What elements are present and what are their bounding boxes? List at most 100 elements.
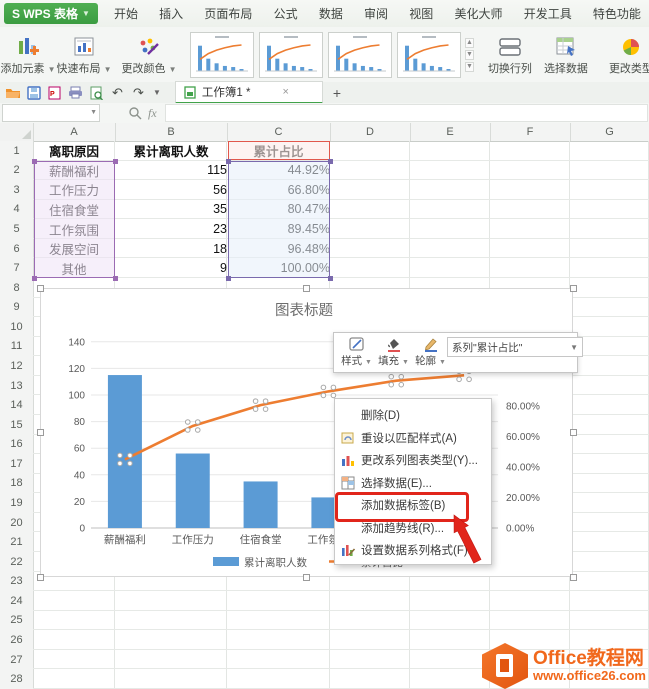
row-header-13[interactable]: 13 xyxy=(0,375,34,397)
menu-tab-3[interactable]: 页面布局 xyxy=(198,1,258,26)
menu-tab-8[interactable]: 美化大师 xyxy=(448,1,508,26)
column-header-D[interactable]: D xyxy=(330,123,411,141)
menu-tab-4[interactable]: 公式 xyxy=(268,1,304,26)
row-header-19[interactable]: 19 xyxy=(0,493,34,514)
cell-B7[interactable]: 9 xyxy=(115,258,232,278)
switch-row-col-button[interactable]: 切换行列 xyxy=(482,33,538,76)
chart-handle[interactable] xyxy=(37,285,44,292)
context-menu-item-3[interactable]: 更改系列图表类型(Y)... xyxy=(335,449,491,472)
select-all-corner[interactable] xyxy=(0,123,34,142)
wps-logo-button[interactable]: S WPS 表格 ▼ xyxy=(4,3,98,24)
row-header-28[interactable]: 28 xyxy=(0,669,34,689)
chart-style-thumb-1[interactable] xyxy=(190,31,254,78)
save-icon[interactable] xyxy=(25,85,42,101)
column-header-A[interactable]: A xyxy=(33,123,116,141)
menu-tab-9[interactable]: 开发工具 xyxy=(518,1,578,26)
chart-handle[interactable] xyxy=(570,285,577,292)
menu-tab-1[interactable]: 开始 xyxy=(108,1,144,26)
row-header-11[interactable]: 11 xyxy=(0,336,34,358)
close-tab-icon[interactable]: × xyxy=(283,86,289,98)
cell-B1[interactable]: 累计离职人数 xyxy=(115,141,227,161)
outline-button[interactable]: 轮廓 ▼ xyxy=(412,335,449,370)
column-header-G[interactable]: G xyxy=(570,123,649,141)
select-data-button[interactable]: 选择数据 xyxy=(538,33,594,76)
row-header-5[interactable]: 5 xyxy=(0,219,34,240)
change-colors-button[interactable]: 更改颜色 ▼ xyxy=(121,33,177,76)
cell-B6[interactable]: 18 xyxy=(115,239,232,259)
redo-icon[interactable]: ↷ xyxy=(130,85,147,101)
row-header-2[interactable]: 2 xyxy=(0,160,34,182)
row-header-26[interactable]: 26 xyxy=(0,630,34,651)
new-tab-button[interactable]: + xyxy=(333,85,341,101)
formula-input[interactable] xyxy=(164,104,648,122)
gallery-up-icon[interactable]: ▲ xyxy=(465,37,474,48)
gallery-down-icon[interactable]: ▼ xyxy=(465,49,474,60)
series-selector-dropdown[interactable]: 系列"累计占比" ▼ xyxy=(447,337,583,357)
row-header-25[interactable]: 25 xyxy=(0,610,34,632)
row-header-14[interactable]: 14 xyxy=(0,395,34,416)
name-box[interactable]: ▼ xyxy=(2,104,100,122)
quick-access-more-icon[interactable]: ▼ xyxy=(153,88,161,97)
row-header-27[interactable]: 27 xyxy=(0,649,34,671)
cell-A1[interactable]: 离职原因 xyxy=(33,141,115,161)
menu-tab-2[interactable]: 插入 xyxy=(153,1,189,26)
chart-handle[interactable] xyxy=(570,574,577,581)
row-header-1[interactable]: 1 xyxy=(0,141,34,162)
chart-style-thumb-2[interactable] xyxy=(259,31,323,78)
row-header-17[interactable]: 17 xyxy=(0,454,34,475)
row-header-9[interactable]: 9 xyxy=(0,297,34,319)
row-header-12[interactable]: 12 xyxy=(0,356,34,377)
gallery-scrollbar[interactable]: ▲ ▼ ▼ xyxy=(465,27,474,82)
fill-button[interactable]: 填充 ▼ xyxy=(375,335,412,370)
chart-handle[interactable] xyxy=(37,429,44,436)
column-header-F[interactable]: F xyxy=(490,123,571,141)
cell-B5[interactable]: 23 xyxy=(115,219,232,239)
row-header-4[interactable]: 4 xyxy=(0,199,34,221)
change-type-button[interactable]: 更改类型 xyxy=(603,33,649,76)
column-header-E[interactable]: E xyxy=(410,123,491,141)
cell-B3[interactable]: 56 xyxy=(115,180,232,200)
row-header-6[interactable]: 6 xyxy=(0,238,34,260)
context-menu-item-4[interactable]: 选择数据(E)... xyxy=(335,472,491,495)
quick-layout-button[interactable]: 快速布局 ▼ xyxy=(56,33,112,76)
chart-style-thumb-3[interactable] xyxy=(328,31,392,78)
row-header-7[interactable]: 7 xyxy=(0,258,34,279)
column-header-B[interactable]: B xyxy=(115,123,228,141)
row-header-20[interactable]: 20 xyxy=(0,512,34,534)
row-header-16[interactable]: 16 xyxy=(0,434,34,456)
row-header-22[interactable]: 22 xyxy=(0,551,34,573)
menu-tab-6[interactable]: 审阅 xyxy=(358,1,394,26)
menu-tab-5[interactable]: 数据 xyxy=(313,1,349,26)
chart-handle[interactable] xyxy=(37,574,44,581)
row-header-24[interactable]: 24 xyxy=(0,591,34,612)
search-icon[interactable] xyxy=(128,106,142,120)
row-header-18[interactable]: 18 xyxy=(0,473,34,495)
cell-B2[interactable]: 115 xyxy=(115,161,232,181)
row-header-10[interactable]: 10 xyxy=(0,317,34,338)
menu-tab-7[interactable]: 视图 xyxy=(403,1,439,26)
row-header-3[interactable]: 3 xyxy=(0,180,34,201)
menu-tab-10[interactable]: 特色功能 xyxy=(587,1,647,26)
context-menu-item-1[interactable]: 删除(D) xyxy=(335,404,491,427)
chart-handle[interactable] xyxy=(303,574,310,581)
chart-style-thumb-4[interactable] xyxy=(397,31,461,78)
context-menu-item-2[interactable]: 重设以匹配样式(A) xyxy=(335,427,491,450)
undo-icon[interactable]: ↶ xyxy=(109,85,126,101)
chart-handle[interactable] xyxy=(570,429,577,436)
cell-B4[interactable]: 35 xyxy=(115,200,232,220)
row-header-15[interactable]: 15 xyxy=(0,414,34,436)
export-pdf-icon[interactable]: P xyxy=(46,85,63,101)
chart-handle[interactable] xyxy=(303,285,310,292)
row-header-8[interactable]: 8 xyxy=(0,277,34,299)
style-button[interactable]: 样式 ▼ xyxy=(338,335,375,370)
sheet-tab-workbook1[interactable]: 工作簿1 * × xyxy=(174,81,323,104)
gallery-more-icon[interactable]: ▼ xyxy=(465,61,474,72)
print-icon[interactable] xyxy=(67,85,84,101)
row-header-21[interactable]: 21 xyxy=(0,532,34,553)
namebox-caret-icon[interactable]: ▼ xyxy=(90,109,97,116)
open-file-icon[interactable] xyxy=(4,85,21,101)
column-header-C[interactable]: C xyxy=(227,123,331,141)
add-element-button[interactable]: 添加元素 ▼ xyxy=(0,33,56,76)
row-header-23[interactable]: 23 xyxy=(0,571,34,593)
print-preview-icon[interactable] xyxy=(88,85,105,101)
